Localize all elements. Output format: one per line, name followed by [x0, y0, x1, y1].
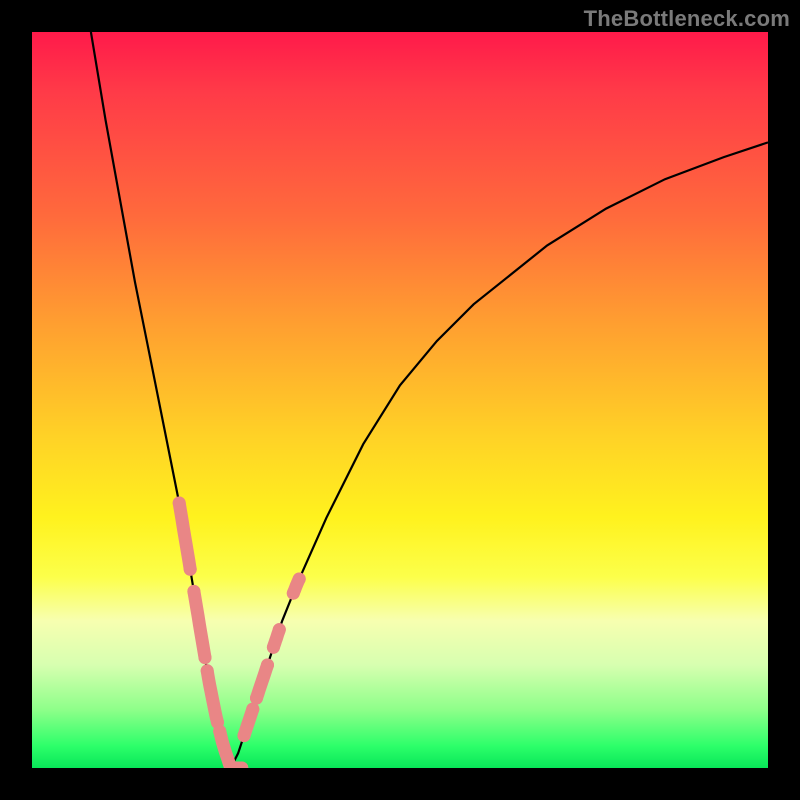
highlight-dot: [293, 573, 306, 586]
highlight-dot: [273, 623, 286, 636]
highlight-dot: [184, 563, 197, 576]
curve-right-branch: [231, 142, 768, 768]
chart-frame: TheBottleneck.com: [0, 0, 800, 800]
watermark-text: TheBottleneck.com: [584, 6, 790, 32]
highlight-markers: [173, 497, 306, 769]
highlight-dot: [187, 585, 200, 598]
highlight-dot: [250, 692, 263, 705]
highlight-segment: [194, 591, 205, 657]
highlight-segment: [179, 503, 190, 569]
highlight-dot: [246, 703, 259, 716]
highlight-dot: [287, 587, 300, 600]
highlight-dot: [267, 641, 280, 654]
highlight-dot: [199, 651, 212, 664]
highlight-dot: [173, 497, 186, 510]
highlight-segment: [207, 671, 217, 723]
highlight-dot: [201, 664, 214, 677]
chart-svg: [32, 32, 768, 768]
highlight-dot: [238, 729, 251, 742]
highlight-dot: [261, 659, 274, 672]
highlight-dot: [213, 725, 226, 738]
